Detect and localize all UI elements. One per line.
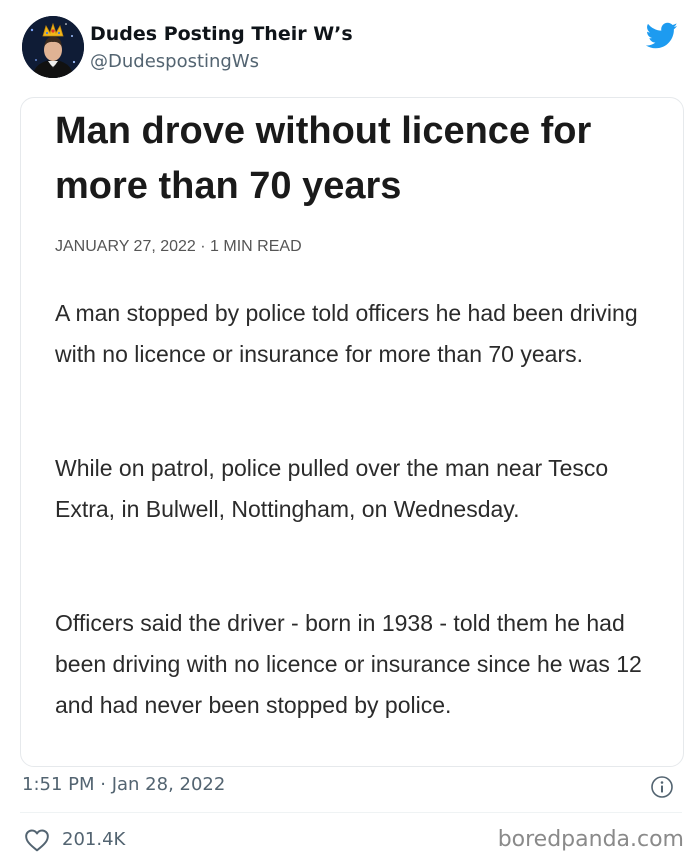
article-title: Man drove without licence for more than … bbox=[55, 110, 592, 207]
author-handle[interactable]: @DudespostingWs bbox=[90, 51, 259, 72]
article-paragraph: A man stopped by police told officers he… bbox=[55, 300, 638, 367]
twitter-bird-icon[interactable] bbox=[646, 22, 678, 50]
article-screenshot-card[interactable]: Man drove without licence for more than … bbox=[20, 97, 684, 767]
author-display-name[interactable]: Dudes Posting Their W’s bbox=[90, 23, 353, 45]
avatar[interactable] bbox=[22, 16, 84, 78]
avatar-image bbox=[22, 16, 84, 78]
article-meta: JANUARY 27, 2022 · 1 MIN READ bbox=[55, 238, 302, 255]
like-count: 201.4K bbox=[62, 829, 126, 850]
article-paragraph: While on patrol, police pulled over the … bbox=[55, 455, 609, 522]
article-paragraph: Officers said the driver - born in 1938 … bbox=[55, 610, 642, 718]
tweet-timestamp[interactable]: 1:51 PM · Jan 28, 2022 bbox=[22, 774, 225, 795]
heart-icon bbox=[25, 829, 49, 852]
tweet-header: Dudes Posting Their W’s @DudespostingWs bbox=[22, 16, 682, 80]
info-icon[interactable] bbox=[650, 775, 674, 799]
divider bbox=[20, 812, 682, 813]
watermark: boredpanda.com bbox=[497, 827, 684, 852]
